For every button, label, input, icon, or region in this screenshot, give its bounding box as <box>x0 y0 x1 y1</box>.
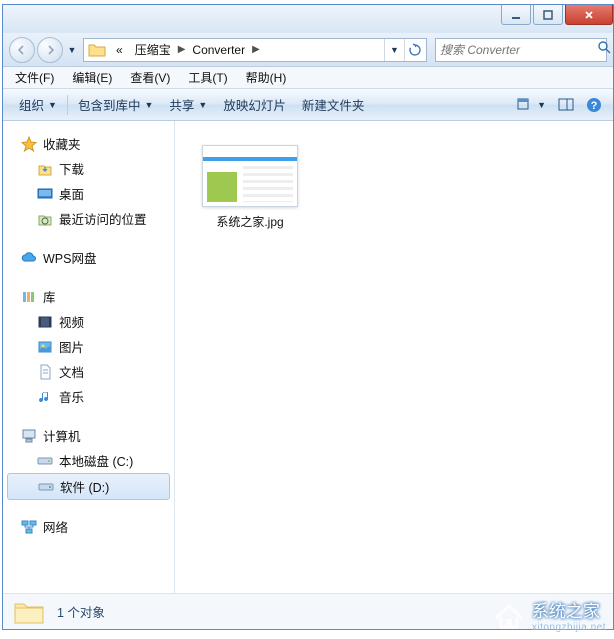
include-in-library-button[interactable]: 包含到库中▼ <box>70 91 161 118</box>
status-text: 1 个对象 <box>57 602 105 621</box>
sidebar-item-pictures[interactable]: 图片 <box>3 334 174 359</box>
cloud-icon <box>21 250 37 266</box>
minimize-button[interactable] <box>501 5 531 25</box>
breadcrumb-prefix[interactable]: « <box>110 39 129 61</box>
preview-pane-button[interactable] <box>555 95 577 115</box>
view-options-button[interactable]: ▼ <box>514 95 549 115</box>
sidebar-network[interactable]: 网络 <box>3 514 174 539</box>
drive-icon <box>37 453 53 469</box>
navigation-pane: 收藏夹 下载 桌面 最近访问的位置 WPS网盘 库 视频 图片 文档 音乐 计算… <box>3 121 175 593</box>
sidebar-favorites[interactable]: 收藏夹 <box>3 131 174 156</box>
file-thumbnail <box>202 145 298 207</box>
explorer-window: ▼ « 压缩宝 ▶ Converter ▶ ▼ 文件(F) 编辑(E) 查看(V… <box>2 4 614 630</box>
document-icon <box>37 364 53 380</box>
music-icon <box>37 389 53 405</box>
breadcrumb-part2[interactable]: Converter <box>186 39 251 61</box>
maximize-button[interactable] <box>533 5 563 25</box>
window-controls <box>499 5 613 25</box>
sidebar-item-drive-d[interactable]: 软件 (D:) <box>7 473 170 500</box>
refresh-button[interactable] <box>404 39 424 61</box>
breadcrumb-part1[interactable]: 压缩宝 <box>129 39 177 61</box>
back-button[interactable] <box>9 37 35 63</box>
search-icon[interactable] <box>597 40 611 59</box>
computer-icon <box>21 428 37 444</box>
sidebar-computer[interactable]: 计算机 <box>3 423 174 448</box>
sidebar-item-downloads[interactable]: 下载 <box>3 156 174 181</box>
status-bar: 1 个对象 <box>3 593 613 629</box>
sidebar-item-music[interactable]: 音乐 <box>3 384 174 409</box>
menu-tools[interactable]: 工具(T) <box>180 67 235 88</box>
sidebar-item-recent[interactable]: 最近访问的位置 <box>3 206 174 231</box>
history-dropdown[interactable]: ▼ <box>65 45 79 55</box>
forward-button[interactable] <box>37 37 63 63</box>
file-list[interactable]: 系统之家.jpg <box>175 121 613 593</box>
menu-view[interactable]: 查看(V) <box>122 67 178 88</box>
close-button[interactable] <box>565 5 613 25</box>
svg-text:?: ? <box>591 100 598 112</box>
menubar: 文件(F) 编辑(E) 查看(V) 工具(T) 帮助(H) <box>3 67 613 89</box>
address-dropdown[interactable]: ▼ <box>384 39 404 61</box>
address-bar[interactable]: « 压缩宝 ▶ Converter ▶ ▼ <box>83 38 427 62</box>
menu-file[interactable]: 文件(F) <box>7 67 62 88</box>
menu-edit[interactable]: 编辑(E) <box>64 67 120 88</box>
nav-arrows: ▼ <box>9 37 79 63</box>
chevron-right-icon[interactable]: ▶ <box>251 44 261 55</box>
titlebar <box>3 5 613 33</box>
sidebar-wps[interactable]: WPS网盘 <box>3 245 174 270</box>
folder-icon <box>13 599 45 625</box>
folder-icon <box>88 42 106 58</box>
drive-icon <box>38 479 54 495</box>
new-folder-button[interactable]: 新建文件夹 <box>294 91 373 118</box>
organize-button[interactable]: 组织▼ <box>11 91 65 118</box>
command-bar: 组织▼ 包含到库中▼ 共享▼ 放映幻灯片 新建文件夹 ▼ ? <box>3 89 613 121</box>
share-button[interactable]: 共享▼ <box>161 91 215 118</box>
recent-icon <box>37 211 53 227</box>
desktop-icon <box>37 186 53 202</box>
sidebar-item-documents[interactable]: 文档 <box>3 359 174 384</box>
star-icon <box>21 136 37 152</box>
help-button[interactable]: ? <box>583 94 605 116</box>
search-box[interactable] <box>435 38 607 62</box>
file-item[interactable]: 系统之家.jpg <box>195 141 305 234</box>
file-name: 系统之家.jpg <box>216 213 283 230</box>
sidebar-item-drive-c[interactable]: 本地磁盘 (C:) <box>3 448 174 473</box>
download-icon <box>37 161 53 177</box>
content-area: 收藏夹 下载 桌面 最近访问的位置 WPS网盘 库 视频 图片 文档 音乐 计算… <box>3 121 613 593</box>
picture-icon <box>37 339 53 355</box>
sidebar-item-videos[interactable]: 视频 <box>3 309 174 334</box>
search-input[interactable] <box>440 43 597 57</box>
sidebar-item-desktop[interactable]: 桌面 <box>3 181 174 206</box>
library-icon <box>21 289 37 305</box>
navigation-bar: ▼ « 压缩宝 ▶ Converter ▶ ▼ <box>3 33 613 67</box>
network-icon <box>21 519 37 535</box>
video-icon <box>37 314 53 330</box>
menu-help[interactable]: 帮助(H) <box>238 67 295 88</box>
chevron-right-icon[interactable]: ▶ <box>177 44 187 55</box>
sidebar-libraries[interactable]: 库 <box>3 284 174 309</box>
slideshow-button[interactable]: 放映幻灯片 <box>215 91 294 118</box>
